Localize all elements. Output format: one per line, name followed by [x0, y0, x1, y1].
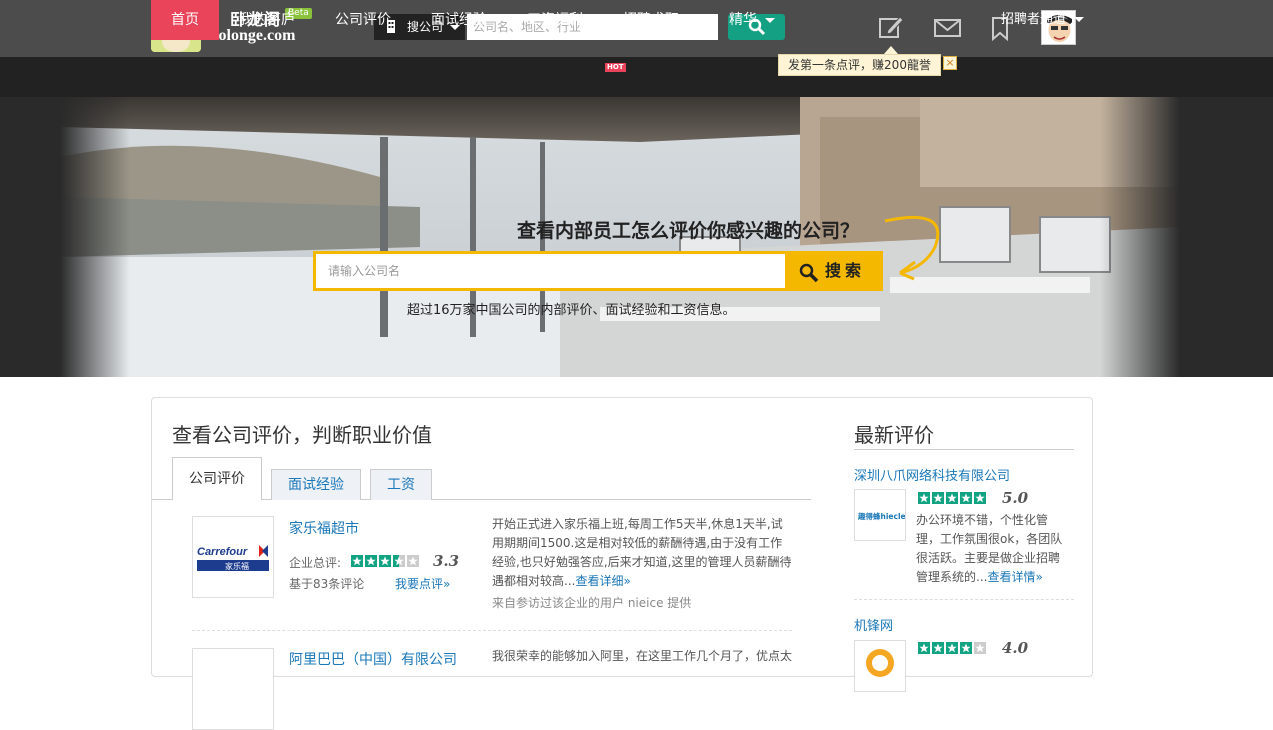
view-detail-link[interactable]: 查看详细» [575, 574, 630, 588]
chevron-down-icon [1074, 17, 1085, 22]
hero-search-button[interactable]: 搜索 [785, 254, 880, 288]
hero-search-button-label: 搜索 [825, 261, 866, 280]
nav-recruiter[interactable]: 招聘者通道 [1001, 0, 1085, 40]
nav-home[interactable]: 首页 [151, 0, 219, 40]
nav-company-reviews[interactable]: 公司评价 [335, 0, 391, 40]
edit-icon[interactable] [878, 14, 904, 40]
tooltip-close-button[interactable]: × [943, 56, 957, 70]
sidebar-rating-score: 5.0 [1002, 489, 1029, 507]
write-review-link[interactable]: 我要点评» [395, 575, 450, 592]
alibaba-logo[interactable] [192, 648, 274, 730]
sidebar-rating-score: 4.0 [1002, 639, 1029, 657]
hero-title: 查看内部员工怎么评价你感兴趣的公司？ [517, 220, 860, 242]
nav-featured-label: 精华 [729, 12, 757, 28]
carrefour-logo[interactable]: Carrefour 家乐福 [192, 516, 274, 598]
tab-company-reviews[interactable]: 公司评价 [172, 457, 262, 500]
hero-subtitle: 超过16万家中国公司的内部评价、面试经验和工资信息。 [407, 303, 736, 318]
nav-jobs[interactable]: 招聘求职 [623, 0, 697, 40]
sidebar-view-detail-link[interactable]: 查看详情» [987, 570, 1042, 584]
chevron-down-icon [765, 17, 775, 23]
rating-label: 企业总评: [289, 556, 342, 570]
sidebar-company-name[interactable]: 深圳八爪网络科技有限公司 [854, 465, 1010, 484]
hiecle-logo[interactable]: 趣得蜂hiecle [854, 489, 906, 541]
company-name[interactable]: 阿里巴巴（中国）有限公司 [289, 649, 457, 669]
sidebar-title: 最新评价 [854, 423, 934, 447]
tab-salary[interactable]: 工资 [370, 469, 432, 500]
hiecle-logo-text: 趣得蜂hiecle [857, 511, 905, 521]
tooltip-arrow [884, 46, 898, 54]
hero-search-input[interactable] [316, 254, 783, 288]
review-count: 基于83条评论 [289, 577, 365, 591]
main-nav [0, 57, 1273, 97]
carrefour-logo-sub: 家乐福 [225, 561, 249, 571]
company-name[interactable]: 家乐福超市 [289, 518, 359, 538]
sidebar-rating-stars [918, 642, 986, 654]
gfan-logo[interactable] [854, 640, 906, 692]
search-icon [799, 263, 819, 283]
review-excerpt: 开始正式进入家乐福上班,每周工作5天半,休息1天半,试用期期间1500.这是相对… [492, 515, 792, 591]
review-source: 来自参访过该企业的用户 nieice 提供 [492, 596, 692, 610]
sidebar-company-name[interactable]: 机锋网 [854, 615, 893, 634]
nav-interviews[interactable]: 面试经验 [431, 0, 487, 40]
sidebar-review-excerpt: 办公环境不错，个性化管理，工作氛围很ok，各团队很活跃。主要是做企业招聘管理系统… [916, 511, 1066, 587]
sidebar-underline [854, 449, 1074, 450]
company-rating-stars [351, 555, 419, 567]
hot-badge: HOT [605, 63, 626, 72]
nav-salary[interactable]: 工资福利 [527, 0, 583, 40]
nav-recruiter-label: 招聘者通道 [1001, 12, 1067, 27]
nav-my-cottage[interactable]: 我的茅庐 [239, 0, 295, 40]
sidebar-divider [854, 599, 1074, 600]
mail-icon[interactable] [934, 19, 961, 37]
review-body: 开始正式进入家乐福上班,每周工作5天半,休息1天半,试用期期间1500.这是相对… [492, 517, 792, 588]
company-rating-score: 3.3 [433, 552, 460, 570]
sidebar-rating-stars [918, 492, 986, 504]
nav-jobs-label: 招聘求职 [623, 12, 679, 28]
review-excerpt: 我很荣幸的能够加入阿里，在这里工作几个月了，优点太 [492, 649, 792, 663]
chevron-down-icon [687, 17, 697, 23]
tooltip: 发第一条点评，赚200龍誉 [778, 54, 941, 76]
hero-search-box: 搜索 [313, 251, 883, 291]
row-divider [192, 630, 792, 631]
tab-interviews[interactable]: 面试经验 [271, 469, 361, 500]
nav-featured[interactable]: 精华 [729, 0, 775, 40]
section-title: 查看公司评价，判断职业价值 [172, 423, 432, 447]
carrefour-logo-text: Carrefour [197, 546, 248, 558]
